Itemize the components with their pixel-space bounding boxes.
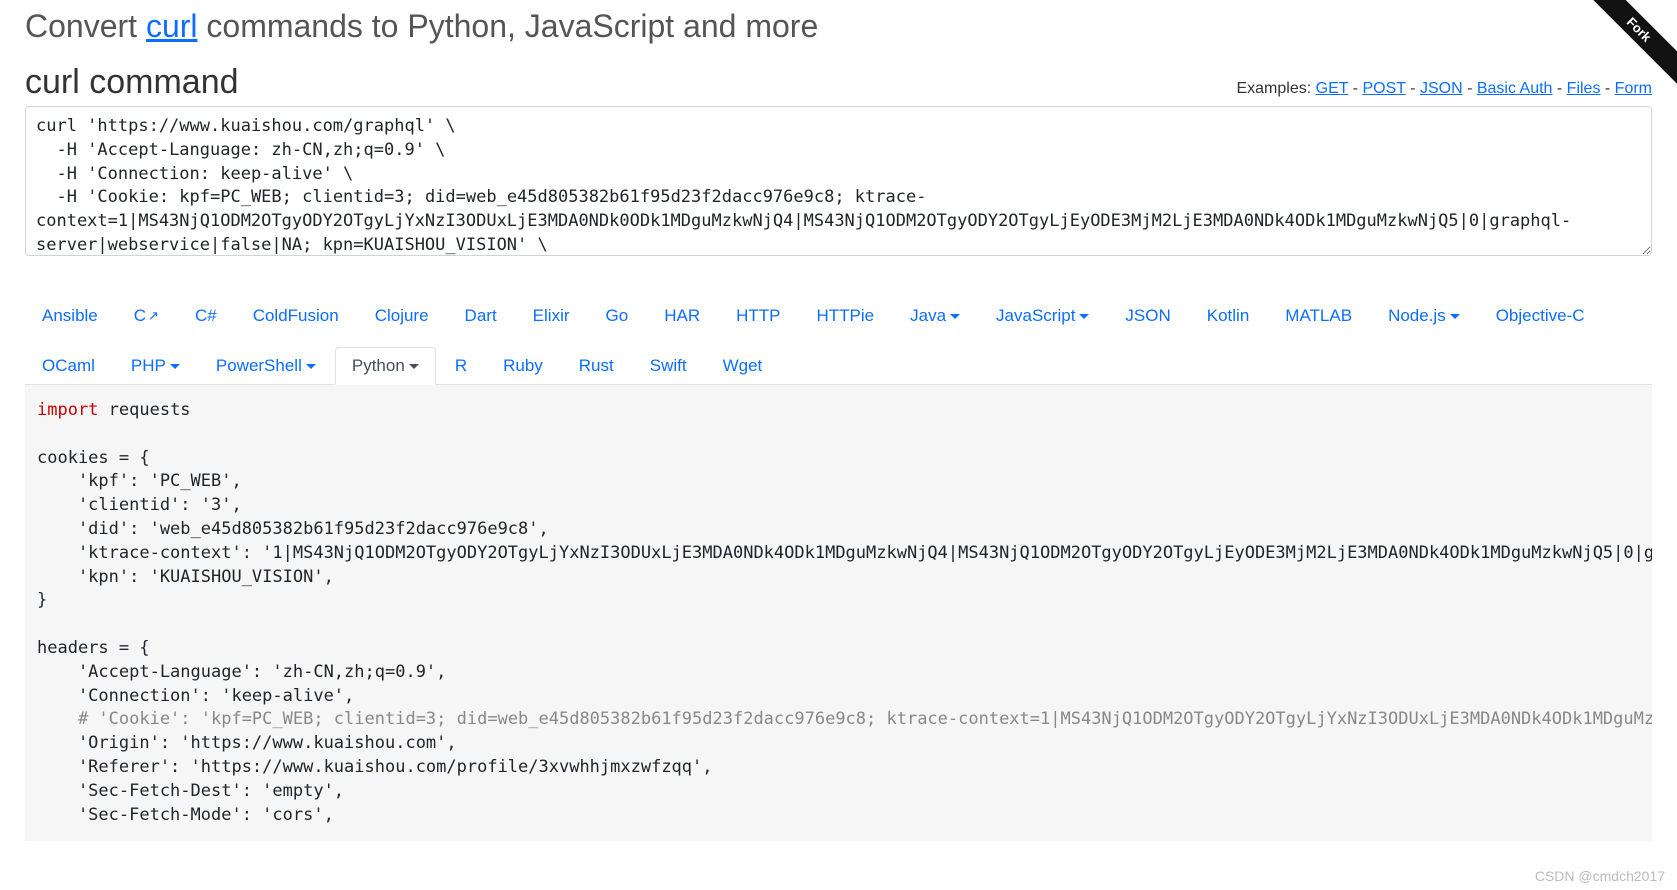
title-suffix: commands to Python, JavaScript and more (198, 8, 819, 44)
tab-python[interactable]: Python (335, 347, 436, 385)
watermark: CSDN @cmdch2017 (1535, 868, 1665, 884)
tab-http[interactable]: HTTP (719, 297, 797, 335)
tab-powershell[interactable]: PowerShell (199, 347, 333, 385)
tab-rust[interactable]: Rust (562, 347, 631, 385)
title-prefix: Convert (25, 8, 146, 44)
code-output: import requests cookies = { 'kpf': 'PC_W… (25, 384, 1652, 841)
page-title: Convert curl commands to Python, JavaScr… (25, 8, 1652, 45)
example-link-basic-auth[interactable]: Basic Auth (1477, 80, 1553, 97)
tab-ansible[interactable]: Ansible (25, 297, 115, 335)
example-link-json[interactable]: JSON (1420, 80, 1463, 97)
section-title: curl command (25, 63, 239, 102)
examples-row: Examples: GET - POST - JSON - Basic Auth… (1236, 80, 1652, 98)
example-link-post[interactable]: POST (1362, 80, 1405, 97)
chevron-down-icon (950, 314, 960, 319)
tab-c[interactable]: C↗ (117, 297, 176, 335)
tab-ocaml[interactable]: OCaml (25, 347, 112, 385)
chevron-down-icon (1079, 314, 1089, 319)
language-tabs: AnsibleC↗C#ColdFusionClojureDartElixirGo… (25, 297, 1652, 385)
examples-label: Examples: (1236, 80, 1315, 97)
tab-wget[interactable]: Wget (706, 347, 780, 385)
tab-clojure[interactable]: Clojure (358, 297, 446, 335)
tab-httpie[interactable]: HTTPie (800, 297, 892, 335)
tab-java[interactable]: Java (893, 297, 977, 335)
example-link-get[interactable]: GET (1316, 80, 1349, 97)
example-link-files[interactable]: Files (1567, 80, 1601, 97)
tab-ruby[interactable]: Ruby (486, 347, 560, 385)
chevron-down-icon (1450, 314, 1460, 319)
tab-coldfusion[interactable]: ColdFusion (236, 297, 356, 335)
tab-elixir[interactable]: Elixir (516, 297, 587, 335)
example-link-form[interactable]: Form (1615, 80, 1652, 97)
tab-swift[interactable]: Swift (633, 347, 704, 385)
tab-json[interactable]: JSON (1108, 297, 1187, 335)
chevron-down-icon (306, 364, 316, 369)
tab-go[interactable]: Go (589, 297, 646, 335)
tab-php[interactable]: PHP (114, 347, 197, 385)
tab-r[interactable]: R (438, 347, 484, 385)
tab-har[interactable]: HAR (647, 297, 717, 335)
chevron-down-icon (409, 364, 419, 369)
tab-dart[interactable]: Dart (448, 297, 514, 335)
tab-c-[interactable]: C# (178, 297, 234, 335)
tab-javascript[interactable]: JavaScript (979, 297, 1106, 335)
curl-link[interactable]: curl (146, 8, 198, 44)
chevron-down-icon (170, 364, 180, 369)
tab-objective-c[interactable]: Objective-C (1479, 297, 1602, 335)
tab-kotlin[interactable]: Kotlin (1190, 297, 1267, 335)
curl-input[interactable] (25, 106, 1652, 256)
tab-node-js[interactable]: Node.js (1371, 297, 1477, 335)
tab-matlab[interactable]: MATLAB (1268, 297, 1369, 335)
external-link-icon: ↗ (148, 308, 159, 323)
